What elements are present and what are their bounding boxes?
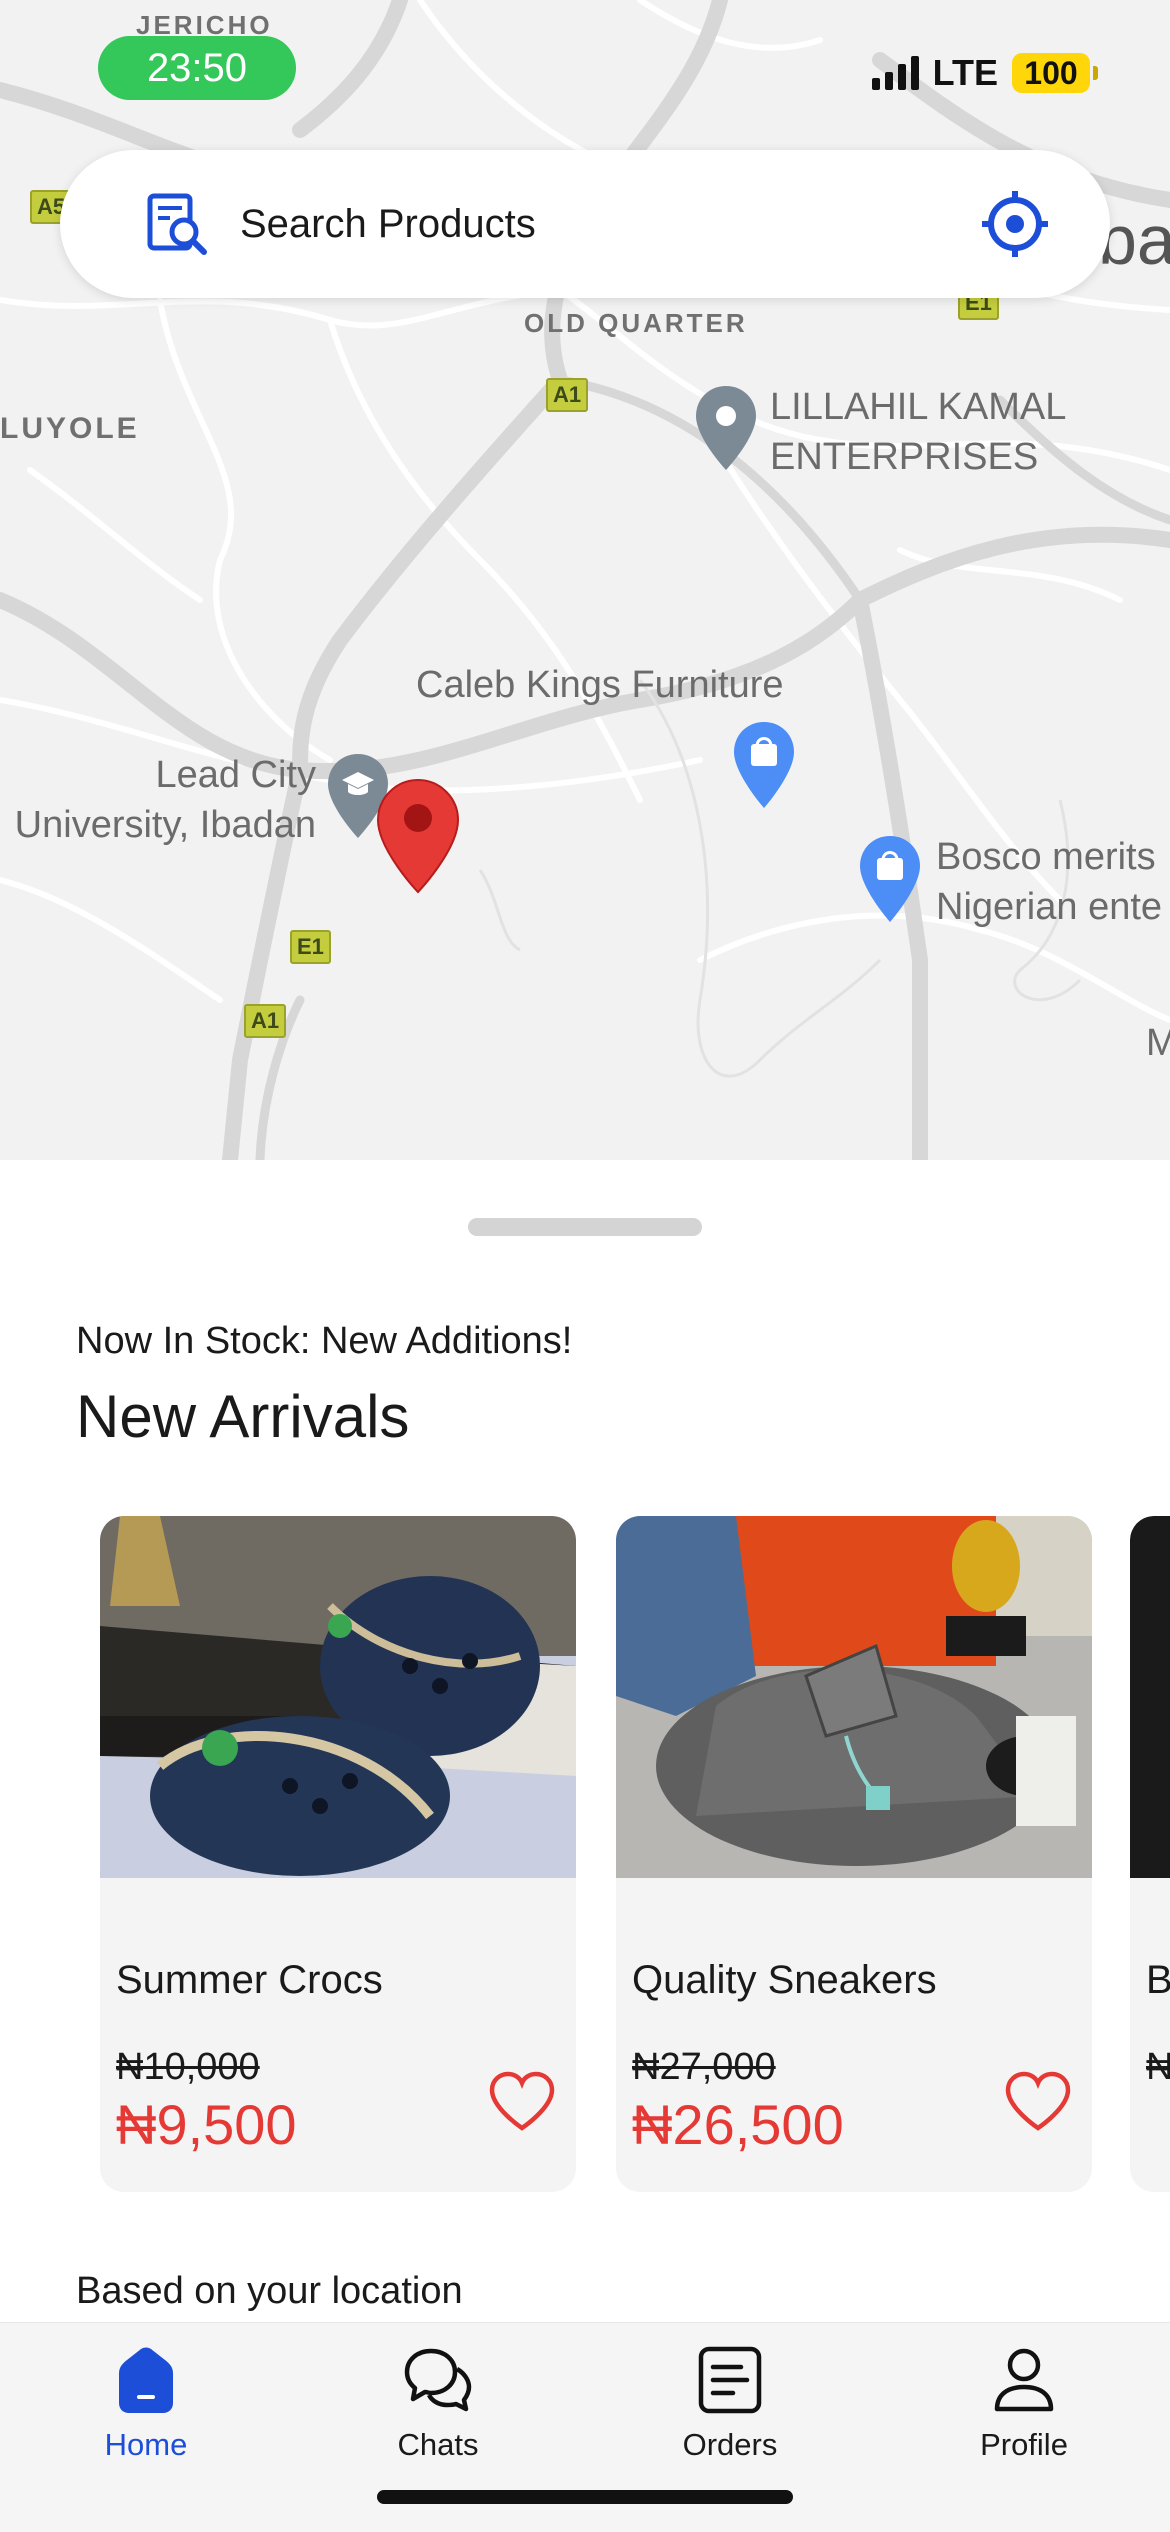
map-label-bosco-line1: Bosco merits — [936, 836, 1156, 878]
search-input[interactable]: Search Products — [240, 202, 980, 247]
search-bar[interactable]: Search Products — [60, 150, 1110, 298]
map-label-lillahil[interactable]: LILLAHIL KAMAL ENTERPRISES — [770, 382, 1066, 482]
product-price: ₦9,500 — [116, 2093, 297, 2156]
search-products-icon — [147, 193, 207, 255]
battery-level: 100 — [1024, 54, 1078, 91]
map-label-lillahil-line1: LILLAHIL KAMAL — [770, 386, 1067, 428]
network-type: LTE — [932, 52, 998, 93]
chat-bubbles-icon — [404, 2348, 472, 2412]
product-name: Quality Sneakers — [632, 1958, 937, 2002]
map-pin-grey-icon[interactable] — [694, 384, 758, 472]
favorite-heart-icon[interactable] — [488, 2070, 556, 2132]
product-price: ₦26,500 — [632, 2093, 844, 2156]
map-pin-shopping-icon[interactable] — [858, 834, 922, 924]
map-label-bosco-line2: Nigerian ente — [936, 886, 1163, 928]
map-label-oluyole: LUYOLE — [0, 412, 140, 445]
status-indicators: LTE 100 — [871, 52, 1098, 94]
product-old-price: ₦27,000 — [632, 2046, 776, 2088]
tab-profile-label: Profile — [980, 2427, 1068, 2462]
signal-icon — [871, 56, 919, 90]
map-label-lead-line1: Lead City — [155, 754, 316, 796]
road-shield-a1-lower: A1 — [244, 1004, 287, 1038]
map-label-caleb[interactable]: Caleb Kings Furniture — [416, 660, 784, 710]
home-indicator[interactable] — [377, 2490, 793, 2504]
product-old-price: ₦ — [1146, 2046, 1170, 2088]
favorite-heart-icon[interactable] — [1004, 2070, 1072, 2132]
section-subtitle: Now In Stock: New Additions! — [76, 1320, 573, 1362]
product-card[interactable]: Quality Sneakers ₦27,000 ₦26,500 — [616, 1516, 1092, 2192]
status-time: 23:50 — [98, 36, 296, 100]
product-image — [100, 1516, 576, 1878]
sheet-drag-handle[interactable] — [468, 1218, 702, 1236]
crosshair-locate-icon[interactable] — [980, 189, 1050, 259]
tab-profile[interactable]: Profile — [924, 2343, 1124, 2463]
map-label-old-quarter: OLD QUARTER — [524, 308, 748, 338]
tab-chats[interactable]: Chats — [338, 2343, 538, 2463]
product-name: Summer Crocs — [116, 1958, 383, 2002]
map-label-lead-city[interactable]: Lead City University, Ibadan — [0, 750, 316, 850]
tab-chats-label: Chats — [397, 2427, 479, 2462]
map-label-lead-line2: University, Ibadan — [14, 804, 316, 846]
section-title: New Arrivals — [76, 1383, 410, 1450]
map-label-lillahil-line2: ENTERPRISES — [770, 436, 1039, 478]
orders-receipt-icon — [698, 2346, 762, 2414]
product-old-price: ₦10,000 — [116, 2046, 260, 2088]
map-label-bosco[interactable]: Bosco merits Nigerian ente — [936, 832, 1162, 932]
section-location-title: Based on your location — [76, 2270, 463, 2312]
current-location-pin-icon[interactable] — [376, 778, 460, 894]
tab-orders-label: Orders — [682, 2427, 778, 2462]
product-image — [1130, 1516, 1170, 1878]
profile-user-icon — [994, 2348, 1054, 2412]
product-image — [616, 1516, 1092, 1878]
product-card[interactable]: Summer Crocs ₦10,000 ₦9,500 — [100, 1516, 576, 2192]
road-shield-a1: A1 — [546, 378, 589, 412]
map-pin-shopping-icon[interactable] — [732, 720, 796, 810]
tab-home[interactable]: Home — [46, 2343, 246, 2463]
product-card[interactable]: B co ₦ — [1130, 1516, 1170, 2192]
product-name: B co — [1146, 1958, 1170, 2002]
battery-icon: 100 — [1012, 53, 1098, 93]
product-carousel[interactable]: Summer Crocs ₦10,000 ₦9,500 Quality Snea… — [100, 1516, 1170, 2196]
road-shield-e1: E1 — [290, 930, 331, 964]
tab-home-label: Home — [104, 2427, 188, 2462]
map-label-m-partial: M — [1146, 1022, 1170, 1064]
home-icon — [119, 2347, 173, 2413]
tab-orders[interactable]: Orders — [630, 2343, 830, 2463]
